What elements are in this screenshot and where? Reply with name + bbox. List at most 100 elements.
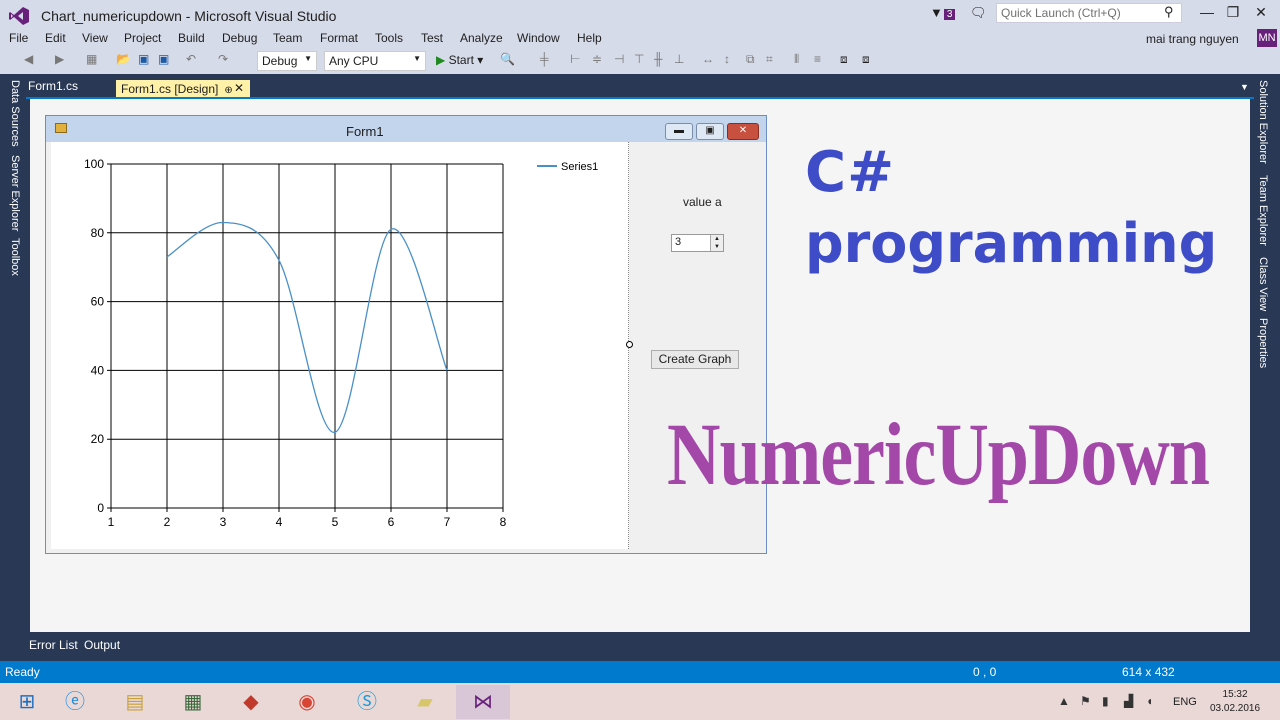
open-file-icon[interactable]: 📂 bbox=[116, 52, 131, 66]
find-icon[interactable]: 🔍 bbox=[500, 52, 515, 66]
properties-tab[interactable]: Properties bbox=[1257, 318, 1269, 368]
horizontal-spacing-icon[interactable]: ⦀ bbox=[794, 52, 799, 67]
pin-icon[interactable]: ⊕ bbox=[224, 85, 232, 96]
resize-handle[interactable] bbox=[626, 341, 633, 348]
menu-file[interactable]: File bbox=[9, 31, 28, 45]
menu-format[interactable]: Format bbox=[320, 31, 358, 45]
notes-app-icon[interactable]: ▰ bbox=[398, 685, 452, 719]
save-all-icon[interactable]: ▣ bbox=[158, 52, 169, 66]
align-right-icon[interactable]: ⊣ bbox=[614, 52, 624, 66]
book-app-icon[interactable]: ◆ bbox=[224, 685, 278, 719]
start-button[interactable]: ▶ Start ▾ bbox=[436, 53, 483, 67]
forward-icon[interactable]: ▶ bbox=[55, 52, 64, 66]
menu-test[interactable]: Test bbox=[421, 31, 443, 45]
chart-control[interactable]: 1 2 3 4 5 6 7 8 0 20 40 60 80 100 Series1 bbox=[51, 142, 629, 549]
tray-flag-icon[interactable]: ⚑ bbox=[1080, 694, 1091, 708]
menu-analyze[interactable]: Analyze bbox=[460, 31, 503, 45]
numeric-up-down[interactable]: 3 ▲ ▼ bbox=[671, 234, 724, 252]
form-minimize-button[interactable]: ▬ bbox=[665, 123, 693, 140]
menu-window[interactable]: Window bbox=[517, 31, 560, 45]
make-same-height-icon[interactable]: ↕ bbox=[724, 52, 730, 66]
tray-battery-icon[interactable]: ▮ bbox=[1102, 694, 1109, 708]
align-bottom-icon[interactable]: ⊥ bbox=[674, 52, 684, 66]
platform-select[interactable]: Any CPU ▼ bbox=[324, 51, 426, 71]
redo-icon[interactable]: ↷ bbox=[218, 52, 228, 66]
output-tab[interactable]: Output bbox=[84, 638, 120, 652]
tray-clock[interactable]: 15:32 03.02.2016 bbox=[1210, 688, 1260, 716]
search-icon[interactable]: ⚲ bbox=[1164, 4, 1174, 20]
overlay-csharp-text: C# bbox=[805, 140, 896, 205]
menu-debug[interactable]: Debug bbox=[222, 31, 257, 45]
visual-studio-logo-icon bbox=[9, 7, 29, 25]
toolbox-tab[interactable]: Toolbox bbox=[9, 238, 21, 276]
error-list-tab[interactable]: Error List bbox=[29, 638, 78, 652]
menu-team[interactable]: Team bbox=[273, 31, 302, 45]
menu-edit[interactable]: Edit bbox=[45, 31, 66, 45]
align-center-icon[interactable]: ≑ bbox=[592, 52, 602, 66]
chrome-icon[interactable]: ◉ bbox=[280, 685, 334, 719]
status-position: 0 , 0 bbox=[973, 665, 997, 679]
tab-form1-design[interactable]: Form1.cs [Design] ⊕ ✕ bbox=[116, 80, 250, 98]
feedback-icon[interactable]: 🗨 bbox=[970, 5, 987, 21]
align-middle-icon[interactable]: ╫ bbox=[654, 52, 663, 66]
x-tick-label: 2 bbox=[164, 515, 171, 529]
vertical-spacing-icon[interactable]: ≡ bbox=[814, 52, 821, 66]
avatar[interactable]: MN bbox=[1257, 29, 1277, 47]
tray-volume-icon[interactable]: ◖ bbox=[1146, 694, 1153, 708]
file-explorer-icon[interactable]: ▤ bbox=[108, 685, 162, 719]
bottom-tool-tabs bbox=[0, 632, 1280, 661]
back-icon[interactable]: ◀ bbox=[24, 52, 33, 66]
menu-project[interactable]: Project bbox=[124, 31, 161, 45]
maximize-button[interactable]: ❐ bbox=[1220, 4, 1246, 24]
menu-view[interactable]: View bbox=[82, 31, 108, 45]
minimize-button[interactable]: — bbox=[1194, 4, 1220, 24]
class-view-tab[interactable]: Class View bbox=[1257, 257, 1269, 311]
spin-down-icon[interactable]: ▼ bbox=[710, 243, 723, 251]
solution-explorer-tab[interactable]: Solution Explorer bbox=[1257, 80, 1269, 164]
team-explorer-tab[interactable]: Team Explorer bbox=[1257, 175, 1269, 246]
align-left-icon[interactable]: ⊢ bbox=[570, 52, 580, 66]
tab-form1-cs[interactable]: Form1.cs bbox=[28, 79, 78, 93]
skype-icon[interactable]: Ⓢ bbox=[340, 685, 394, 719]
form-maximize-button[interactable]: ▣ bbox=[696, 123, 724, 140]
new-project-icon[interactable]: ▦ bbox=[86, 52, 97, 66]
y-tick-label: 20 bbox=[91, 432, 105, 446]
save-icon[interactable]: ▣ bbox=[138, 52, 149, 66]
tray-signal-icon[interactable]: ▟ bbox=[1124, 694, 1133, 708]
send-to-back-icon[interactable]: ⧈ bbox=[862, 52, 870, 67]
make-same-width-icon[interactable]: ↔ bbox=[702, 52, 714, 66]
windows-start-icon[interactable]: ⊞ bbox=[0, 685, 54, 719]
menu-build[interactable]: Build bbox=[178, 31, 205, 45]
tab-list-dropdown-icon[interactable]: ▼ bbox=[1240, 82, 1249, 92]
user-name[interactable]: mai trang nguyen bbox=[1146, 32, 1239, 46]
form-window[interactable]: Form1 ▬ ▣ ✕ 1 2 3 4 5 6 7 8 0 20 40 60 80 100 Series1 … bbox=[45, 115, 767, 554]
x-tick-label: 5 bbox=[332, 515, 339, 529]
spin-up-icon[interactable]: ▲ bbox=[710, 235, 723, 243]
tray-expand-icon[interactable]: ▲ bbox=[1058, 694, 1070, 708]
close-button[interactable]: ✕ bbox=[1248, 4, 1274, 24]
server-explorer-tab[interactable]: Server Explorer bbox=[9, 155, 21, 231]
align-grid-icon[interactable]: ╪ bbox=[540, 52, 549, 66]
bring-to-front-icon[interactable]: ⧈ bbox=[840, 52, 848, 67]
data-sources-tab[interactable]: Data Sources bbox=[9, 80, 21, 147]
status-size: 614 x 432 bbox=[1122, 665, 1175, 679]
visual-studio-taskbar-icon[interactable]: ⋈ bbox=[456, 685, 510, 719]
quick-launch-input[interactable]: Quick Launch (Ctrl+Q) bbox=[996, 3, 1182, 23]
internet-explorer-icon[interactable]: ⓔ bbox=[48, 685, 102, 719]
configuration-select[interactable]: Debug ▼ bbox=[257, 51, 317, 71]
app-icon[interactable]: ▦ bbox=[166, 685, 220, 719]
notification-flag-icon[interactable]: ▼ 3 bbox=[930, 5, 956, 20]
size-to-grid-icon[interactable]: ⌗ bbox=[766, 52, 773, 67]
overlay-programming-text: programming bbox=[805, 212, 1218, 275]
create-graph-button[interactable]: Create Graph bbox=[651, 350, 739, 369]
status-text: Ready bbox=[5, 665, 40, 679]
close-icon[interactable]: ✕ bbox=[234, 81, 244, 95]
form-close-button[interactable]: ✕ bbox=[727, 123, 759, 140]
menu-help[interactable]: Help bbox=[577, 31, 602, 45]
tray-language[interactable]: ENG bbox=[1173, 696, 1197, 708]
menu-tools[interactable]: Tools bbox=[375, 31, 403, 45]
make-same-size-icon[interactable]: ⧉ bbox=[746, 52, 755, 67]
align-top-icon[interactable]: ⊤ bbox=[634, 52, 644, 66]
y-tick-label: 60 bbox=[91, 295, 105, 309]
undo-icon[interactable]: ↶ bbox=[186, 52, 196, 66]
